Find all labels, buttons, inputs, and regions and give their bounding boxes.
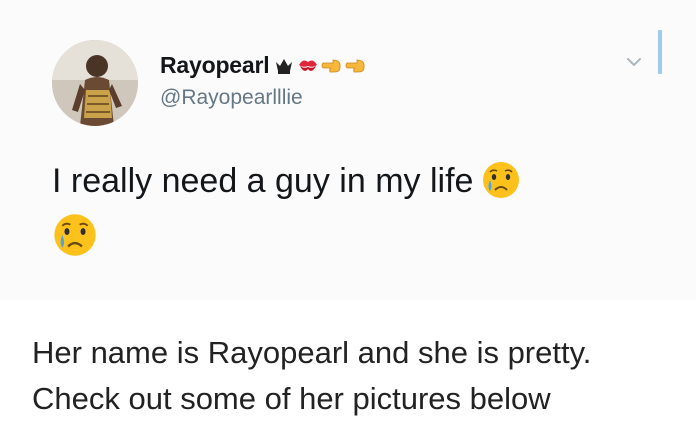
article-caption: Her name is Rayopearl and she is pretty.… bbox=[32, 330, 682, 422]
crying-face-icon bbox=[52, 212, 98, 258]
tweet-text: I really need a guy in my life bbox=[52, 155, 652, 207]
display-name[interactable]: Rayopearl bbox=[160, 52, 270, 79]
pointing-left-icon bbox=[345, 54, 367, 76]
user-block: Rayopearl @Rayopearlllie bbox=[160, 50, 367, 110]
chevron-down-icon[interactable] bbox=[625, 55, 643, 69]
crying-face-icon bbox=[481, 160, 521, 200]
scroll-indicator bbox=[658, 30, 662, 74]
display-name-row: Rayopearl bbox=[160, 50, 367, 80]
caption-line-1: Her name is Rayopearl and she is pretty. bbox=[32, 335, 592, 370]
tweet-card: Rayopearl @Rayopearlllie I really need a… bbox=[0, 0, 696, 300]
tweet-body: I really need a guy in my life bbox=[52, 162, 474, 200]
pointing-left-icon bbox=[321, 54, 343, 76]
caption-line-2: Check out some of her pictures below bbox=[32, 381, 551, 416]
kiss-mark-icon bbox=[297, 54, 319, 76]
user-handle[interactable]: @Rayopearlllie bbox=[160, 86, 367, 110]
name-emojis bbox=[273, 54, 367, 76]
crown-icon bbox=[273, 54, 295, 76]
avatar[interactable] bbox=[52, 40, 138, 126]
